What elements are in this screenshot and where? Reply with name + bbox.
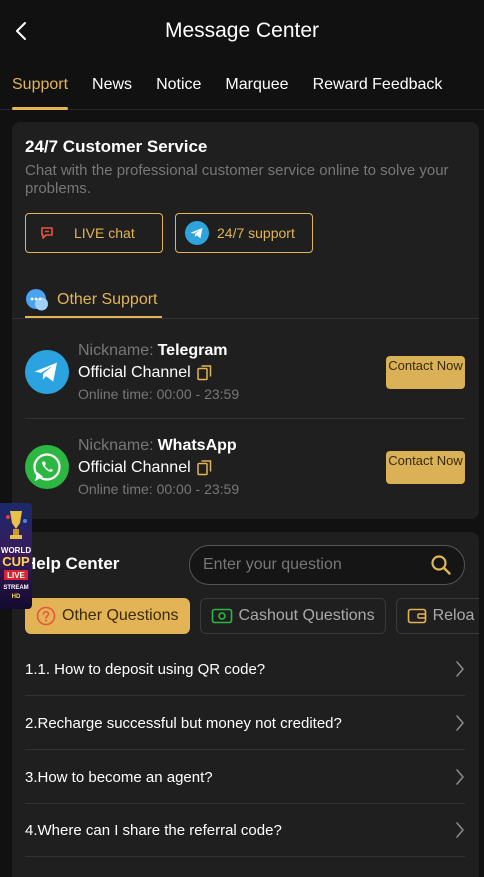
category-other-questions[interactable]: Other Questions — [25, 598, 190, 634]
promo-text: CUP — [2, 554, 30, 569]
promo-text: HD — [12, 594, 21, 600]
copy-icon[interactable] — [196, 365, 212, 381]
contact-nickname: Nickname: WhatsApp — [78, 437, 237, 455]
online-time-value: 00:00 - 23:59 — [156, 386, 240, 402]
contact-telegram: Nickname: Telegram Official Channel Onlin… — [25, 324, 465, 418]
customer-service-title: 24/7 Customer Service — [25, 137, 208, 156]
back-button[interactable] — [10, 19, 32, 43]
support-247-label: 24/7 support — [217, 225, 295, 241]
chevron-right-icon — [456, 769, 464, 785]
nickname-label: Nickname: — [78, 342, 154, 359]
contact-online-time: Online time: 00:00 - 23:59 — [78, 481, 239, 497]
page-title: Message Center — [164, 19, 320, 42]
online-time-value: 00:00 - 23:59 — [156, 481, 240, 497]
nickname-value: WhatsApp — [157, 437, 237, 454]
faq-question: 2.Recharge successful but money not cred… — [25, 714, 342, 732]
question-icon — [36, 606, 56, 626]
contact-now-button[interactable]: Contact Now — [386, 356, 465, 389]
chevron-right-icon — [456, 715, 464, 731]
tab-notice[interactable]: Notice — [144, 62, 213, 108]
faq-item[interactable]: 2.Recharge successful but money not cred… — [25, 697, 465, 750]
contact-now-button[interactable]: Contact Now — [386, 451, 465, 484]
chevron-right-icon — [456, 822, 464, 838]
faq-question: 4.Where can I share the referral code? — [25, 821, 282, 839]
help-center-card: Help Center Other Questions Cashout Ques… — [12, 532, 479, 877]
faq-question: 3.How to become an agent? — [25, 768, 213, 786]
contact-channel: Official Channel — [78, 364, 212, 382]
channel-label: Official Channel — [78, 459, 191, 476]
contact-whatsapp: Nickname: WhatsApp Official Channel Onlin… — [25, 418, 465, 512]
tab-marquee[interactable]: Marquee — [213, 62, 300, 108]
copy-icon[interactable] — [196, 460, 212, 476]
tab-reward-feedback[interactable]: Reward Feedback — [301, 62, 455, 108]
tab-bar: Support News Notice Marquee Reward Feedb… — [0, 62, 484, 110]
contact-channel: Official Channel — [78, 459, 212, 477]
chevron-right-icon — [456, 661, 464, 677]
faq-item[interactable]: 3.How to become an agent? — [25, 751, 465, 804]
tab-support[interactable]: Support — [0, 62, 80, 110]
category-tabs: Other Questions Cashout Questions Reloa — [25, 598, 479, 634]
chevron-left-icon — [16, 22, 26, 40]
online-time-label: Online time: — [78, 386, 153, 402]
faq-question: 1.1. How to deposit using QR code? — [25, 660, 266, 678]
contact-nickname: Nickname: Telegram — [78, 342, 228, 360]
promo-text: STREAM — [3, 585, 28, 591]
category-label: Other Questions — [62, 607, 179, 624]
cash-icon — [211, 608, 232, 624]
faq-item[interactable]: 1.1. How to deposit using QR code? — [25, 643, 465, 696]
search-box — [189, 545, 465, 585]
support-247-button[interactable]: 24/7 support — [175, 213, 313, 253]
online-time-label: Online time: — [78, 481, 153, 497]
channel-label: Official Channel — [78, 364, 191, 381]
telegram-icon — [185, 221, 209, 245]
help-center-title: Help Center — [24, 554, 120, 573]
nickname-value: Telegram — [157, 342, 228, 359]
contact-online-time: Online time: 00:00 - 23:59 — [78, 386, 239, 402]
live-chat-button[interactable]: LIVE chat — [25, 213, 163, 253]
customer-service-description: Chat with the professional customer serv… — [25, 162, 449, 197]
world-cup-promo-banner[interactable]: WORLD CUP LIVE STREAM HD — [0, 503, 32, 609]
chat-bubble-icon — [41, 227, 53, 239]
customer-service-buttons: LIVE chat 24/7 support — [25, 213, 313, 253]
faq-item[interactable]: 4.Where can I share the referral code? — [25, 804, 465, 857]
telegram-icon — [25, 350, 69, 394]
live-chat-label: LIVE chat — [74, 225, 135, 241]
whatsapp-icon — [25, 445, 69, 489]
promo-text: LIVE — [7, 571, 25, 580]
category-cashout-questions[interactable]: Cashout Questions — [199, 598, 386, 634]
search-icon[interactable] — [430, 554, 452, 576]
wallet-icon — [407, 608, 426, 624]
tab-other-support[interactable]: Other Support — [25, 282, 158, 318]
search-input[interactable] — [203, 546, 423, 584]
category-reload[interactable]: Reloa — [395, 598, 479, 634]
other-support-label: Other Support — [57, 291, 158, 308]
header: Message Center — [0, 0, 484, 62]
chat-bubbles-icon — [26, 289, 48, 311]
category-label: Cashout Questions — [238, 607, 375, 624]
world-cup-banner-image: WORLD CUP LIVE STREAM HD — [0, 503, 32, 609]
nickname-label: Nickname: — [78, 437, 154, 454]
customer-service-card: 24/7 Customer Service Chat with the prof… — [12, 122, 479, 519]
divider — [12, 318, 479, 319]
category-label: Reloa — [432, 607, 475, 624]
tab-news[interactable]: News — [80, 62, 144, 108]
